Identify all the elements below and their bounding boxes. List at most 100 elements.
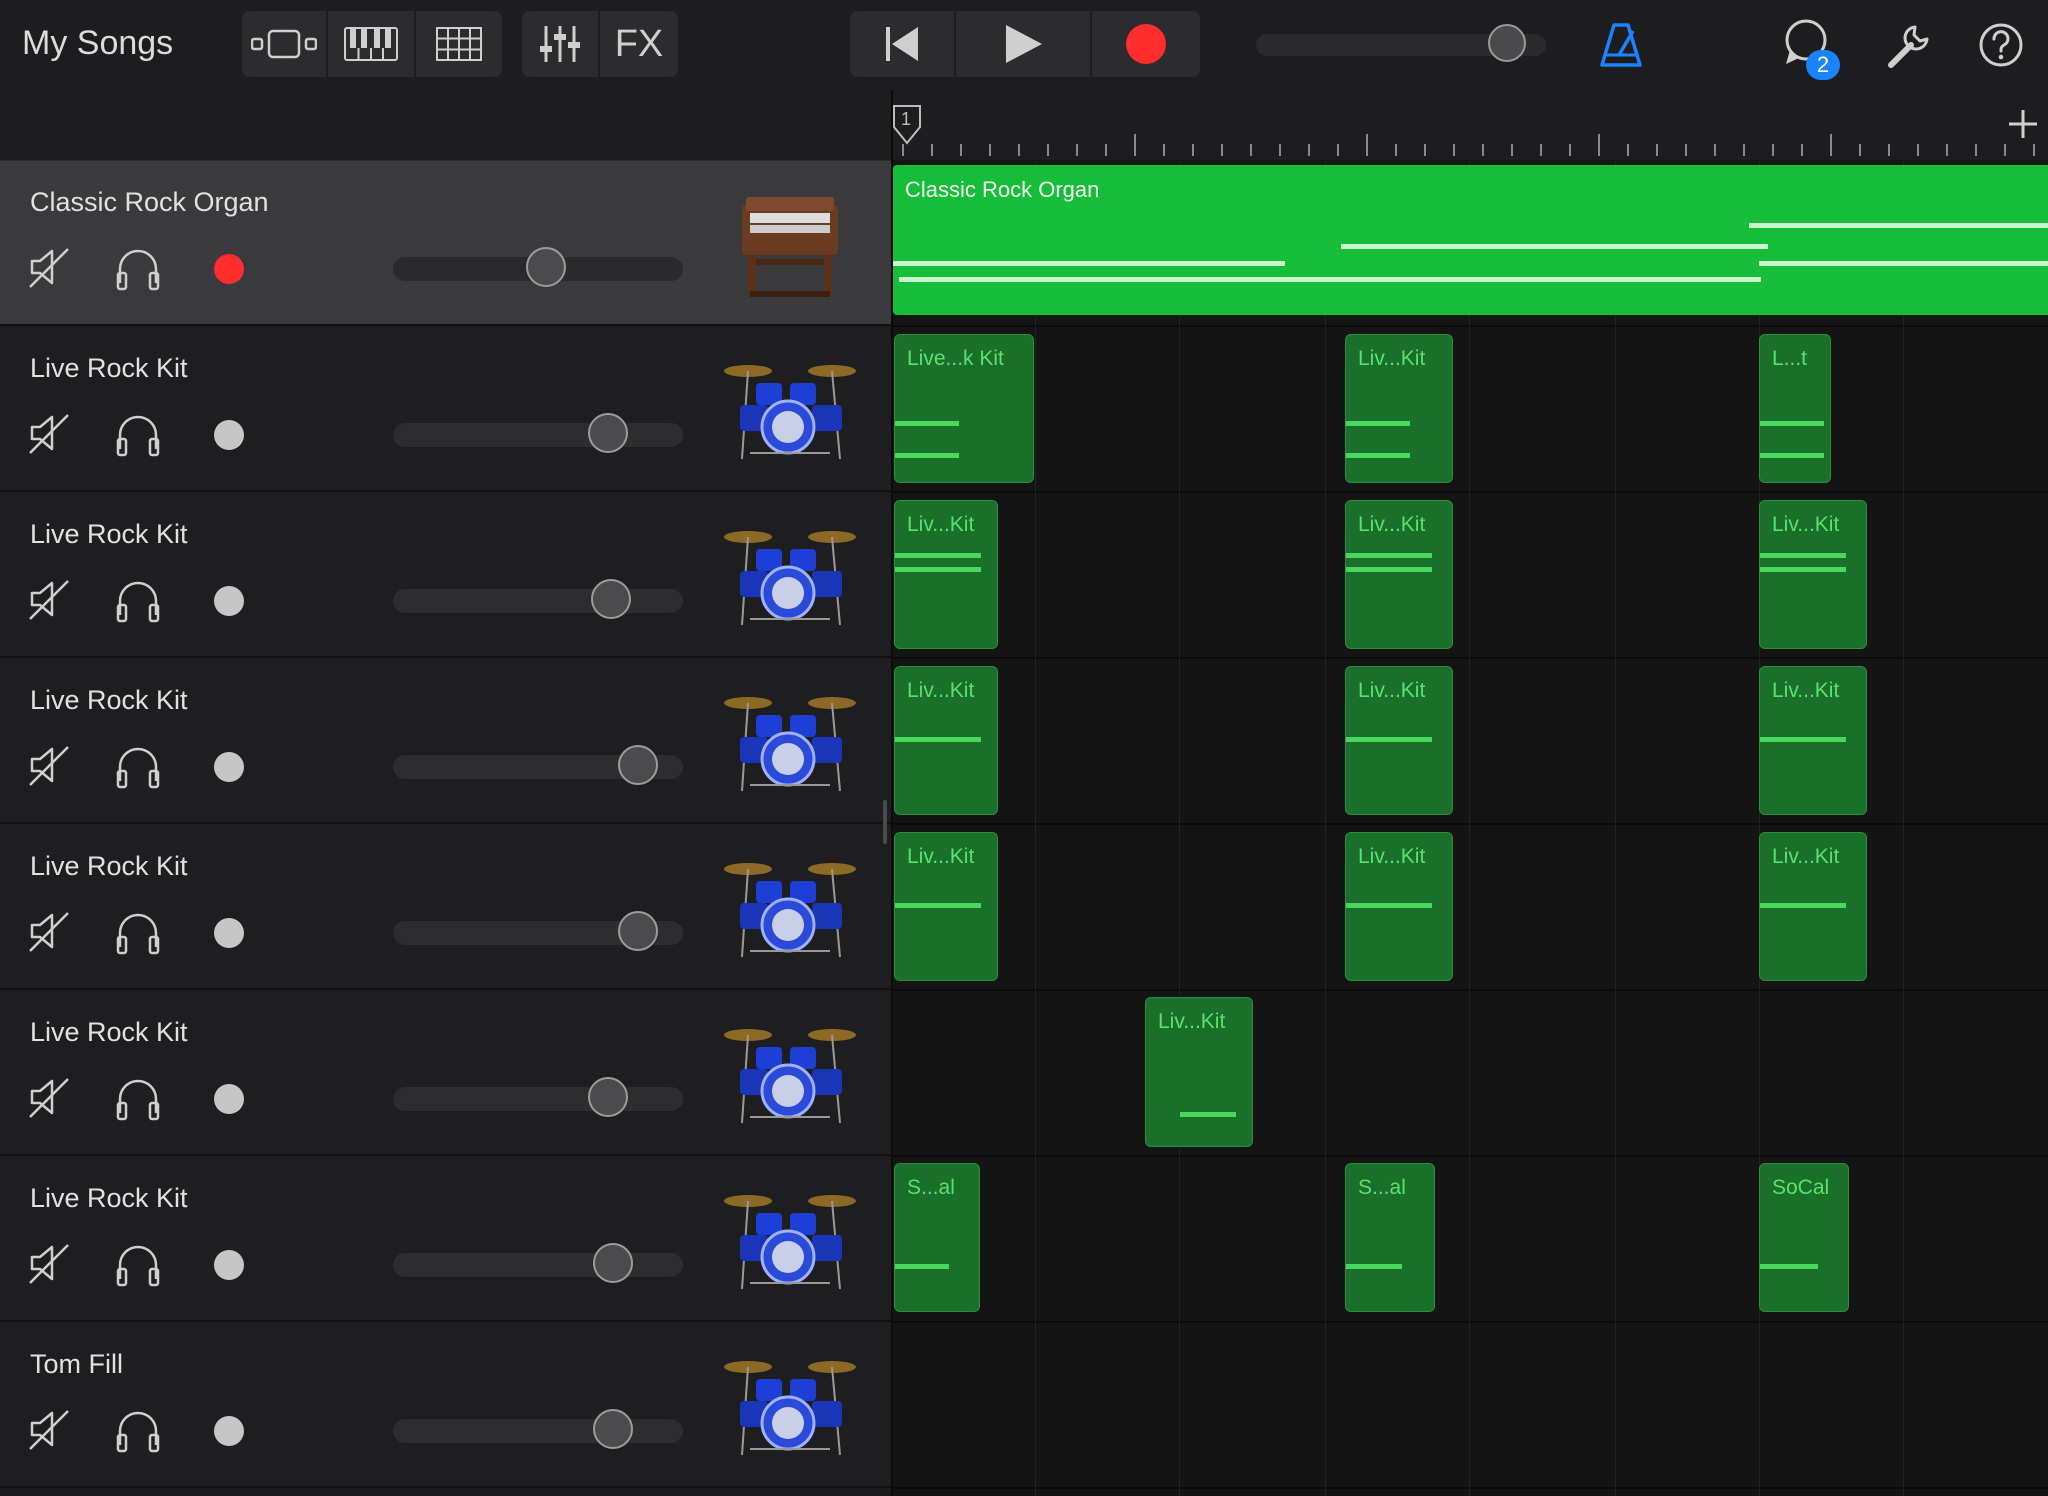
keyboard-view-button[interactable]	[328, 11, 414, 77]
my-songs-button[interactable]: My Songs	[22, 24, 173, 63]
track-name[interactable]: Live Rock Kit	[30, 685, 188, 716]
track-volume-knob[interactable]	[593, 1409, 633, 1449]
track-volume-slider[interactable]	[393, 1409, 683, 1449]
mute-button[interactable]	[28, 245, 72, 289]
track-volume-slider[interactable]	[393, 1077, 683, 1117]
help-button[interactable]	[1976, 20, 2026, 70]
track-header[interactable]: Tom Fill	[0, 1323, 892, 1488]
track-volume-slider[interactable]	[393, 247, 683, 287]
record-enable-button[interactable]	[214, 254, 244, 284]
region-live-rock-kit[interactable]: Liv...Kit	[1759, 666, 1867, 815]
record-button[interactable]	[1092, 11, 1200, 77]
mute-button[interactable]	[28, 1407, 72, 1451]
region-live-rock-kit[interactable]: Live...k Kit	[894, 334, 1034, 483]
region-live-rock-kit[interactable]: Liv...Kit	[894, 832, 998, 981]
solo-button[interactable]	[114, 1241, 162, 1287]
region-live-rock-kit[interactable]: Liv...Kit	[894, 500, 998, 649]
grid-view-button[interactable]	[416, 11, 502, 77]
add-section-button[interactable]	[2003, 104, 2043, 144]
track-name[interactable]: Live Rock Kit	[30, 519, 188, 550]
track-volume-knob[interactable]	[588, 1077, 628, 1117]
track-volume-knob[interactable]	[593, 1243, 633, 1283]
track-volume-slider[interactable]	[393, 911, 683, 951]
track-header[interactable]: Live Rock Kit	[0, 327, 892, 492]
solo-button[interactable]	[114, 1075, 162, 1121]
track-name[interactable]: Classic Rock Organ	[30, 187, 269, 218]
record-enable-button[interactable]	[214, 1416, 244, 1446]
region-live-rock-kit[interactable]: Liv...Kit	[1345, 500, 1453, 649]
record-enable-button[interactable]	[214, 586, 244, 616]
mixer-button[interactable]	[522, 11, 598, 77]
track-name[interactable]: Live Rock Kit	[30, 1017, 188, 1048]
region-live-rock-kit[interactable]: Liv...Kit	[1345, 666, 1453, 815]
region-classic-rock-organ[interactable]: Classic Rock Organ	[893, 165, 2048, 315]
track-volume-slider[interactable]	[393, 579, 683, 619]
grid-line	[1615, 161, 1616, 1496]
record-enable-button[interactable]	[214, 420, 244, 450]
playhead-marker[interactable]: 1	[893, 105, 921, 145]
track-volume-slider[interactable]	[393, 413, 683, 453]
fx-button[interactable]: FX	[600, 11, 678, 77]
solo-button[interactable]	[114, 577, 162, 623]
track-header[interactable]: Live Rock Kit	[0, 659, 892, 824]
track-volume-knob[interactable]	[588, 413, 628, 453]
region-live-rock-kit[interactable]: L...t	[1759, 334, 1831, 483]
track-header[interactable]: Live Rock Kit	[0, 991, 892, 1156]
mute-button[interactable]	[28, 909, 72, 953]
resize-handle[interactable]	[883, 800, 887, 844]
track-name[interactable]: Tom Fill	[30, 1349, 123, 1380]
track-header[interactable]: Classic Rock Organ	[0, 161, 892, 326]
tracks-view-button[interactable]	[242, 11, 326, 77]
solo-button[interactable]	[114, 743, 162, 789]
play-button[interactable]	[956, 11, 1090, 77]
track-name[interactable]: Live Rock Kit	[30, 1183, 188, 1214]
headphones-icon	[116, 1411, 160, 1453]
settings-button[interactable]	[1884, 20, 1934, 70]
record-enable-button[interactable]	[214, 752, 244, 782]
metronome-button[interactable]	[1596, 20, 1646, 70]
track-volume-knob[interactable]	[618, 911, 658, 951]
go-to-beginning-button[interactable]	[850, 11, 954, 77]
region-live-rock-kit[interactable]: Liv...Kit	[1345, 334, 1453, 483]
track-volume-slider[interactable]	[393, 745, 683, 785]
region-socal[interactable]: S...al	[894, 1163, 980, 1312]
track-volume-knob[interactable]	[591, 579, 631, 619]
region-live-rock-kit[interactable]: Liv...Kit	[894, 666, 998, 815]
tracks-arrangement[interactable]: Classic Rock Organ Live...k Kit Liv...Ki…	[893, 161, 2048, 1496]
timeline-ruler[interactable]: 1	[893, 90, 2048, 160]
mute-button[interactable]	[28, 411, 72, 455]
grid-line	[1179, 161, 1180, 1496]
region-socal[interactable]: S...al	[1345, 1163, 1435, 1312]
region-live-rock-kit[interactable]: Liv...Kit	[1145, 997, 1253, 1147]
track-header[interactable]: Live Rock Kit	[0, 493, 892, 658]
region-socal[interactable]: SoCal	[1759, 1163, 1849, 1312]
mute-button[interactable]	[28, 1075, 72, 1119]
region-live-rock-kit[interactable]: Liv...Kit	[1345, 832, 1453, 981]
track-volume-slider[interactable]	[393, 1243, 683, 1283]
record-enable-button[interactable]	[214, 1084, 244, 1114]
track-volume-knob[interactable]	[526, 247, 566, 287]
ruler-ticks	[902, 134, 2035, 156]
solo-button[interactable]	[114, 909, 162, 955]
record-enable-button[interactable]	[214, 1250, 244, 1280]
mute-button[interactable]	[28, 743, 72, 787]
track-name[interactable]: Live Rock Kit	[30, 353, 188, 384]
solo-button[interactable]	[114, 245, 162, 291]
region-live-rock-kit[interactable]: Liv...Kit	[1759, 832, 1867, 981]
track-volume-knob[interactable]	[618, 745, 658, 785]
record-enable-button[interactable]	[214, 918, 244, 948]
track-name[interactable]: Live Rock Kit	[30, 851, 188, 882]
master-volume-slider[interactable]	[1256, 24, 1546, 62]
region-label: SoCal	[1772, 1176, 1830, 1199]
midi-note	[1760, 553, 1846, 558]
master-volume-knob[interactable]	[1488, 24, 1526, 62]
region-live-rock-kit[interactable]: Liv...Kit	[1759, 500, 1867, 649]
track-header[interactable]: Live Rock Kit	[0, 825, 892, 990]
solo-button[interactable]	[114, 1407, 162, 1453]
mute-button[interactable]	[28, 577, 72, 621]
solo-button[interactable]	[114, 411, 162, 457]
midi-note	[1749, 223, 2048, 228]
mute-button[interactable]	[28, 1241, 72, 1285]
grid-line	[1325, 161, 1326, 1496]
track-header[interactable]: Live Rock Kit	[0, 1157, 892, 1322]
